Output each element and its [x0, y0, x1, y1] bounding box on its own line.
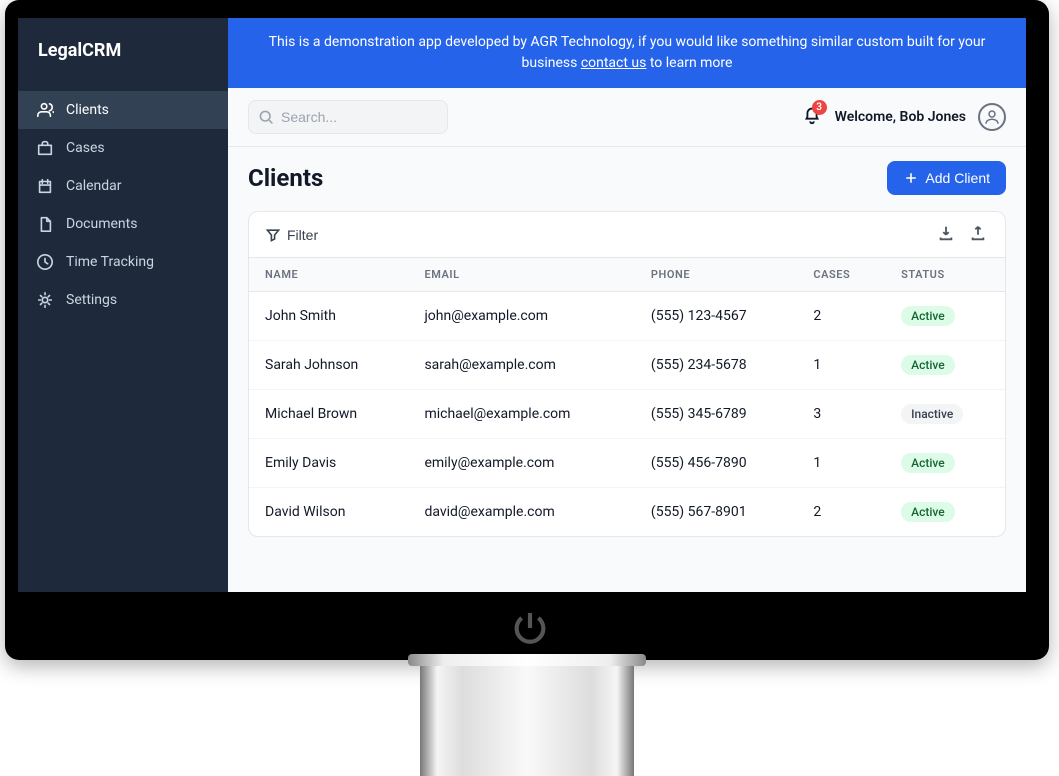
status-badge: Active [901, 355, 955, 375]
sidebar-item-calendar[interactable]: Calendar [18, 167, 228, 205]
search-icon [258, 109, 274, 125]
status-badge: Active [901, 453, 955, 473]
clients-card: Filter NAMEEMAILPHONECASESSTATUS John Sm… [248, 211, 1006, 537]
download-button[interactable] [935, 222, 957, 247]
upload-icon [969, 224, 987, 242]
cell-cases: 1 [797, 439, 885, 488]
cell-status: Inactive [885, 390, 1005, 439]
cell-phone: (555) 456-7890 [635, 439, 798, 488]
status-badge: Active [901, 502, 955, 522]
column-header[interactable]: EMAIL [408, 258, 634, 292]
sidebar-item-cases[interactable]: Cases [18, 129, 228, 167]
add-client-label: Add Client [925, 170, 990, 186]
users-icon [36, 101, 54, 119]
sidebar: LegalCRM Clients Cases Calendar Documents Ti… [18, 18, 228, 592]
page-title: Clients [248, 164, 323, 192]
document-icon [36, 215, 54, 233]
cell-email: david@example.com [408, 488, 634, 537]
topbar: 3 Welcome, Bob Jones [228, 88, 1026, 147]
sidebar-item-documents[interactable]: Documents [18, 205, 228, 243]
column-header[interactable]: NAME [249, 258, 408, 292]
user-icon [983, 108, 1001, 126]
status-badge: Inactive [901, 404, 963, 424]
export-button[interactable] [967, 222, 989, 247]
cell-cases: 3 [797, 390, 885, 439]
cell-phone: (555) 123-4567 [635, 292, 798, 341]
notifications-button[interactable]: 3 [801, 104, 823, 130]
sidebar-nav: Clients Cases Calendar Documents Time Tracki… [18, 91, 228, 319]
user-avatar[interactable] [978, 103, 1006, 131]
table-row[interactable]: Michael Brownmichael@example.com(555) 34… [249, 390, 1005, 439]
briefcase-icon [36, 139, 54, 157]
main-area: This is a demonstration app developed by… [228, 18, 1026, 592]
gear-icon [36, 291, 54, 309]
sidebar-item-label: Clients [66, 102, 109, 118]
table-body: John Smithjohn@example.com(555) 123-4567… [249, 292, 1005, 537]
table-row[interactable]: John Smithjohn@example.com(555) 123-4567… [249, 292, 1005, 341]
cell-email: sarah@example.com [408, 341, 634, 390]
monitor-frame: LegalCRM Clients Cases Calendar Documents Ti… [0, 0, 1059, 775]
table-row[interactable]: Emily Davisemily@example.com(555) 456-78… [249, 439, 1005, 488]
column-header[interactable]: CASES [797, 258, 885, 292]
cell-name: Michael Brown [249, 390, 408, 439]
cell-name: Sarah Johnson [249, 341, 408, 390]
status-badge: Active [901, 306, 955, 326]
monitor-stand [420, 656, 634, 776]
clock-icon [36, 253, 54, 271]
cell-name: Emily Davis [249, 439, 408, 488]
search-wrap [248, 100, 448, 134]
cell-cases: 2 [797, 292, 885, 341]
cell-phone: (555) 567-8901 [635, 488, 798, 537]
cell-name: David Wilson [249, 488, 408, 537]
table-header-row: NAMEEMAILPHONECASESSTATUS [249, 258, 1005, 292]
column-header[interactable]: PHONE [635, 258, 798, 292]
column-header[interactable]: STATUS [885, 258, 1005, 292]
cell-name: John Smith [249, 292, 408, 341]
cell-status: Active [885, 292, 1005, 341]
sidebar-item-label: Cases [66, 140, 105, 156]
cell-status: Active [885, 341, 1005, 390]
cell-email: michael@example.com [408, 390, 634, 439]
cell-email: emily@example.com [408, 439, 634, 488]
app-logo: LegalCRM [18, 18, 228, 91]
cell-status: Active [885, 488, 1005, 537]
cell-cases: 1 [797, 341, 885, 390]
sidebar-item-clients[interactable]: Clients [18, 91, 228, 129]
sidebar-item-label: Settings [66, 292, 117, 308]
cell-phone: (555) 234-5678 [635, 341, 798, 390]
welcome-text: Welcome, Bob Jones [835, 109, 966, 125]
demo-banner-suffix: to learn more [646, 55, 732, 71]
sidebar-item-label: Documents [66, 216, 137, 232]
sidebar-item-settings[interactable]: Settings [18, 281, 228, 319]
search-input[interactable] [248, 100, 448, 134]
demo-banner: This is a demonstration app developed by… [228, 18, 1026, 88]
filter-label: Filter [287, 227, 318, 243]
cell-cases: 2 [797, 488, 885, 537]
clients-table: NAMEEMAILPHONECASESSTATUS John Smithjohn… [249, 257, 1005, 536]
power-icon [0, 608, 1059, 648]
card-toolbar: Filter [249, 212, 1005, 257]
filter-button[interactable]: Filter [265, 227, 318, 243]
cell-email: john@example.com [408, 292, 634, 341]
sidebar-item-label: Time Tracking [66, 254, 154, 270]
sidebar-item-label: Calendar [66, 178, 122, 194]
add-client-button[interactable]: Add Client [887, 161, 1006, 195]
filter-icon [265, 227, 281, 243]
notifications-badge: 3 [812, 100, 827, 115]
table-row[interactable]: David Wilsondavid@example.com(555) 567-8… [249, 488, 1005, 537]
cell-phone: (555) 345-6789 [635, 390, 798, 439]
cell-status: Active [885, 439, 1005, 488]
calendar-icon [36, 177, 54, 195]
app-screen: LegalCRM Clients Cases Calendar Documents Ti… [18, 18, 1026, 592]
download-icon [937, 224, 955, 242]
demo-banner-link[interactable]: contact us [581, 55, 647, 71]
sidebar-item-time-tracking[interactable]: Time Tracking [18, 243, 228, 281]
plus-icon [903, 170, 919, 186]
page-header: Clients Add Client [228, 147, 1026, 205]
table-row[interactable]: Sarah Johnsonsarah@example.com(555) 234-… [249, 341, 1005, 390]
